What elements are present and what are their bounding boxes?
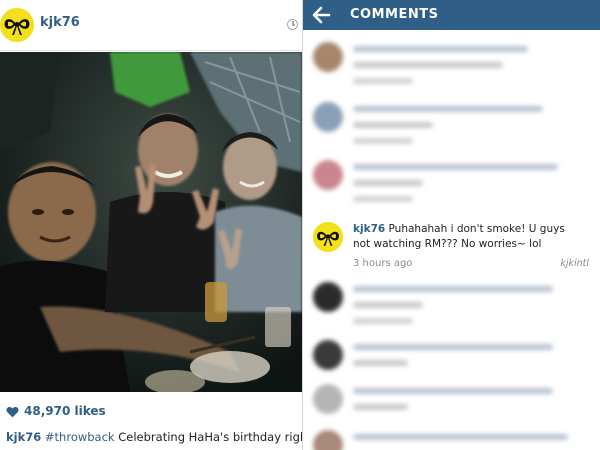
comment-timestamp: 3 hours ago xyxy=(353,258,413,269)
bow-avatar-icon[interactable] xyxy=(0,8,34,42)
post-header: kjk76 xyxy=(0,0,302,51)
comment-username[interactable]: kjk76 xyxy=(353,223,385,235)
comment-blurred-time xyxy=(353,318,413,324)
bow-avatar-icon[interactable] xyxy=(313,222,343,252)
post-caption: kjk76 #throwback Celebrating HaHa's birt… xyxy=(6,430,302,444)
post-footer: 48,970 likes kjk76 #throwback Celebratin… xyxy=(0,392,302,450)
post-panel: kjk76 48,970 likes kjk76 #throwback Cele… xyxy=(0,0,302,450)
comment-avatar xyxy=(313,102,343,132)
comment-avatar xyxy=(313,42,343,72)
likes-count[interactable]: 48,970 likes xyxy=(24,404,106,418)
heart-icon xyxy=(6,406,19,418)
comments-header-bar: COMMENTS xyxy=(303,0,600,30)
comment-blurred-text xyxy=(353,180,423,186)
post-username[interactable]: kjk76 xyxy=(40,15,80,30)
watermark: kjkintl xyxy=(560,258,589,269)
clock-icon xyxy=(287,19,298,30)
comments-panel: COMMENTS kjk76 Puhahahah i don't smoke! … xyxy=(302,0,600,450)
comment-blurred-text xyxy=(353,286,553,292)
comment-blurred-text xyxy=(353,106,543,112)
comment-avatar xyxy=(313,384,343,414)
comment-blurred-text xyxy=(353,302,423,308)
comment-avatar xyxy=(313,340,343,370)
comment-blurred-text xyxy=(353,46,528,52)
caption-username[interactable]: kjk76 xyxy=(6,430,41,444)
comment-blurred-text xyxy=(353,388,553,394)
caption-text: Celebrating HaHa's birthday right xyxy=(114,430,302,444)
comment-blurred-text xyxy=(353,434,568,440)
comment-body: Puhahahah i don't smoke! U guys not watc… xyxy=(353,223,565,250)
comment-blurred-text xyxy=(353,164,558,170)
comment-blurred-time xyxy=(353,360,408,366)
comment-text: kjk76 Puhahahah i don't smoke! U guys no… xyxy=(353,222,585,252)
comment-blurred-text xyxy=(353,62,503,68)
comment-blurred-text xyxy=(353,344,553,350)
comment-blurred-time xyxy=(353,404,408,410)
comment-avatar xyxy=(313,160,343,190)
comment-avatar xyxy=(313,430,343,450)
arrow-left-icon[interactable] xyxy=(311,4,333,26)
comment-blurred-time xyxy=(353,196,413,202)
comment-blurred-text xyxy=(353,122,433,128)
comments-title: COMMENTS xyxy=(350,7,439,22)
comment-avatar xyxy=(313,282,343,312)
caption-hashtag[interactable]: #throwback xyxy=(45,430,115,444)
post-photo[interactable] xyxy=(0,52,302,392)
comment-blurred-time xyxy=(353,138,413,144)
comment-blurred-time xyxy=(353,78,413,84)
